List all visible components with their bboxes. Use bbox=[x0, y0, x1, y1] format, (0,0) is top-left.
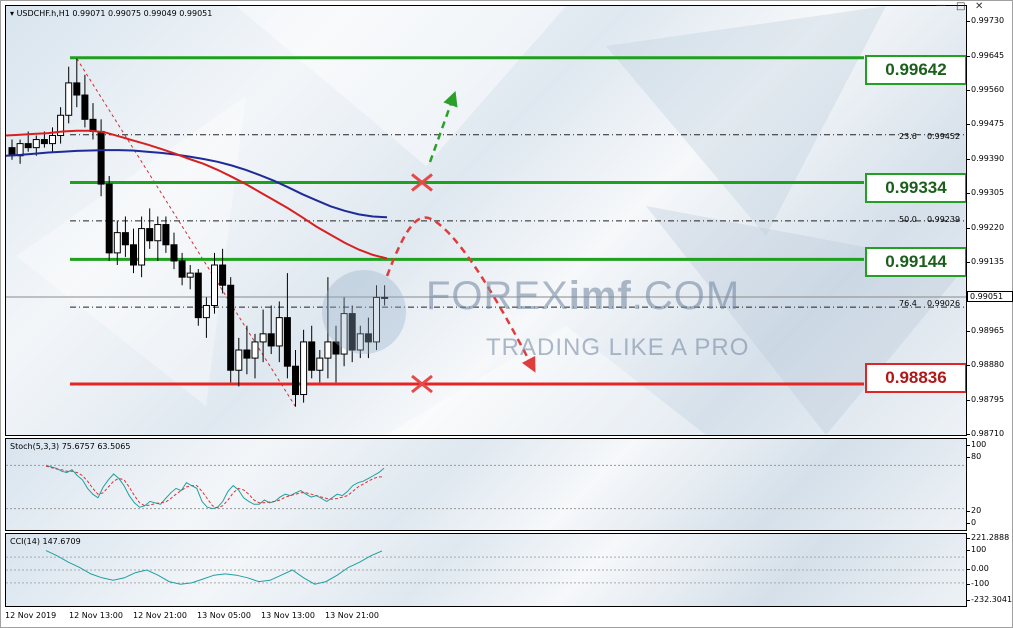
candle-body bbox=[283, 317, 291, 367]
current-price-tag: 0.99051 bbox=[967, 290, 1013, 302]
candle-body bbox=[300, 341, 308, 396]
level-box-low: 0.99144 bbox=[865, 247, 966, 277]
candle-body bbox=[178, 260, 186, 278]
cci-scale-minus100: -100 bbox=[966, 579, 990, 588]
candle-body bbox=[138, 228, 146, 266]
candle-body bbox=[130, 244, 137, 266]
stoch-scale-80: 80 bbox=[966, 452, 982, 461]
candle-body bbox=[40, 139, 48, 145]
cci-chart bbox=[6, 550, 966, 585]
price-scale-label: 0.99560 bbox=[966, 84, 1005, 94]
watermark-subtitle: TRADING LIKE A PRO bbox=[486, 334, 750, 361]
candle-body bbox=[89, 118, 97, 132]
candle-body bbox=[49, 135, 56, 145]
candle-body bbox=[105, 183, 113, 254]
cci-line bbox=[45, 550, 383, 585]
candle-body bbox=[24, 143, 32, 149]
candle-body bbox=[113, 232, 121, 254]
price-scale-label: 0.99135 bbox=[966, 256, 1005, 266]
time-axis: 12 Nov 2019 12 Nov 13:00 12 Nov 21:00 13… bbox=[5, 609, 967, 627]
minimize-icon[interactable]: — bbox=[936, 0, 946, 11]
restore-icon[interactable]: □ bbox=[956, 1, 965, 12]
symbol-label: USDCHF.h,H1 bbox=[16, 9, 70, 18]
chart-header: ▾ USDCHF.h,H1 0.99071 0.99075 0.99049 0.… bbox=[10, 9, 212, 18]
close-icon[interactable]: ✕ bbox=[975, 1, 983, 12]
candle-body bbox=[73, 82, 81, 96]
cci-scale-max: 221.2888 bbox=[966, 533, 1010, 542]
price-scale-label: 0.99305 bbox=[966, 188, 1005, 198]
stochastic-pane[interactable]: Stoch(5,3,3) 75.6757 63.5065 bbox=[5, 438, 967, 531]
price-chart[interactable] bbox=[6, 6, 966, 435]
candle-body bbox=[81, 94, 89, 120]
stoch-main-line bbox=[45, 464, 385, 510]
fib-label-500: 50.0 0.99239 bbox=[899, 215, 961, 224]
stochastic-chart bbox=[6, 464, 966, 510]
candle-body bbox=[162, 224, 170, 246]
time-label: 12 Nov 21:00 bbox=[133, 611, 187, 620]
candle-body bbox=[275, 317, 283, 347]
cci-scale: 221.2888 100 0.00 -100 -232.3041 bbox=[966, 533, 1013, 607]
price-scale-label: 0.99220 bbox=[966, 222, 1005, 232]
stoch-signal-line bbox=[45, 465, 384, 509]
price-scale-label: 0.98965 bbox=[966, 325, 1005, 335]
candle-body bbox=[97, 130, 105, 185]
stoch-scale-100: 100 bbox=[966, 440, 987, 449]
candle-body bbox=[32, 139, 40, 149]
cci-scale-100: 100 bbox=[966, 545, 987, 554]
stochastic-scale: 100 80 20 0 bbox=[966, 438, 1013, 531]
forexim-watermark: FOREXimf.COM TRADING LIKE A PRO bbox=[322, 268, 752, 368]
candle-body bbox=[227, 284, 235, 371]
level-box-top: 0.99642 bbox=[865, 55, 966, 85]
price-scale[interactable]: 0.99730 0.99645 0.99560 0.99475 0.99390 0.993… bbox=[966, 5, 1013, 438]
candle-body bbox=[65, 82, 73, 116]
cci-pane[interactable]: CCI(14) 147.6709 bbox=[5, 533, 967, 607]
candle-body bbox=[170, 244, 178, 262]
time-label: 12 Nov 2019 bbox=[5, 611, 57, 620]
price-scale-label: 0.98880 bbox=[966, 360, 1005, 370]
chart-window: FOREXimf.COM TRADING LIKE A PRO ▾ USDCHF… bbox=[0, 0, 1013, 628]
main-chart-pane[interactable]: FOREXimf.COM TRADING LIKE A PRO ▾ USDCHF… bbox=[5, 5, 967, 436]
fib-label-236: 23.6 0.99452 bbox=[899, 132, 961, 141]
candle-body bbox=[186, 272, 194, 278]
forexim-logo bbox=[322, 270, 406, 354]
level-box-red: 0.98836 bbox=[865, 363, 966, 393]
candle-body bbox=[146, 228, 154, 242]
candle-body bbox=[194, 272, 202, 319]
candle-body bbox=[267, 333, 275, 347]
candle-body bbox=[154, 224, 162, 242]
cci-label: CCI(14) 147.6709 bbox=[10, 537, 81, 546]
candle-body bbox=[235, 349, 243, 371]
candle-body bbox=[219, 264, 227, 286]
price-scale-label: 0.98795 bbox=[966, 394, 1005, 404]
fib-label-764: 76.4 0.99026 bbox=[899, 299, 961, 308]
candle-body bbox=[251, 341, 259, 359]
candle-body bbox=[121, 232, 129, 246]
price-scale-label: 0.99645 bbox=[966, 50, 1005, 60]
time-label: 13 Nov 05:00 bbox=[197, 611, 251, 620]
cci-scale-0: 0.00 bbox=[967, 564, 989, 573]
level-box-mid: 0.99334 bbox=[865, 173, 966, 203]
candle-body bbox=[308, 341, 316, 371]
candle-body bbox=[211, 264, 218, 306]
stoch-scale-0: 0 bbox=[966, 518, 977, 527]
price-scale-label: 0.99390 bbox=[966, 153, 1005, 163]
candle-body bbox=[292, 365, 299, 396]
time-label: 13 Nov 13:00 bbox=[261, 611, 315, 620]
candle-body bbox=[259, 333, 267, 343]
price-scale-label: 0.99475 bbox=[966, 119, 1005, 129]
ohlc-label: 0.99071 0.99075 0.99049 0.99051 bbox=[72, 9, 213, 18]
stochastic-label: Stoch(5,3,3) 75.6757 63.5065 bbox=[10, 442, 131, 451]
chevron-down-icon[interactable]: ▾ bbox=[10, 9, 14, 18]
candle-body bbox=[243, 349, 251, 359]
time-label: 12 Nov 13:00 bbox=[69, 611, 123, 620]
time-label: 13 Nov 21:00 bbox=[325, 611, 379, 620]
cci-scale-min: -232.3041 bbox=[966, 595, 1013, 604]
stoch-scale-20: 20 bbox=[966, 506, 982, 515]
candle-body bbox=[202, 304, 210, 319]
price-scale-label: 0.99730 bbox=[966, 16, 1005, 26]
watermark-title: FOREXimf.COM bbox=[426, 274, 741, 318]
